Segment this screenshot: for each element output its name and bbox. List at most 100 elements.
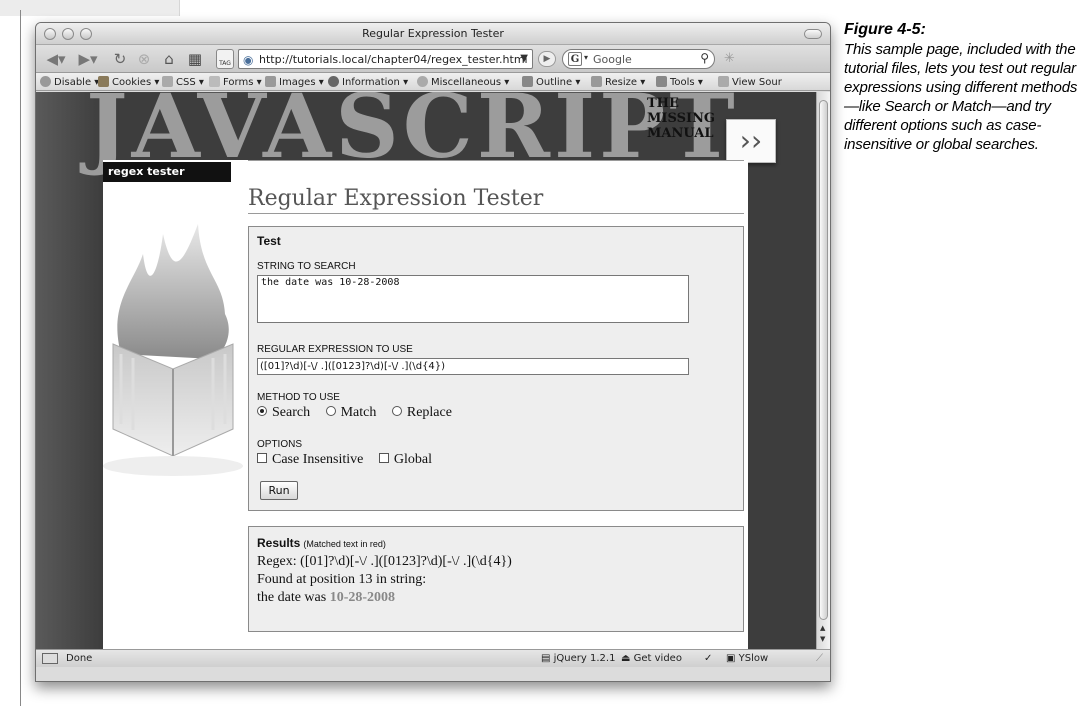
- search-placeholder: Google: [593, 53, 632, 66]
- double-chevron-icon: ››: [726, 119, 776, 163]
- video-label: Get video: [633, 653, 682, 664]
- results-found-line: Found at position 13 in string:: [257, 572, 427, 587]
- radio-match[interactable]: [325, 406, 336, 416]
- results-string-prefix: the date was: [257, 590, 330, 605]
- status-text: Done: [66, 653, 93, 664]
- toolbar-toggle-button[interactable]: [804, 29, 822, 39]
- checkmark-icon[interactable]: ✓: [704, 653, 712, 664]
- case-insensitive-option[interactable]: Case Insensitive: [257, 452, 363, 467]
- yslow-icon: ▣: [726, 653, 739, 664]
- devbar-label: Cookies: [112, 77, 152, 88]
- test-heading: Test: [257, 234, 281, 248]
- scroll-up-icon[interactable]: ▲: [820, 624, 825, 632]
- string-to-search-field[interactable]: the date was 10-28-2008: [257, 275, 689, 323]
- devbar-item-tools[interactable]: Tools ▾: [656, 76, 703, 88]
- method-radio-group: Search Match Replace: [257, 405, 464, 421]
- method-match-option[interactable]: Match: [325, 405, 377, 420]
- global-checkbox[interactable]: [378, 453, 389, 463]
- yslow-label: YSlow: [738, 653, 769, 664]
- yslow-status[interactable]: ▣ YSlow: [726, 653, 768, 664]
- devbar-item-css[interactable]: CSS ▾: [162, 76, 204, 88]
- devbar-item-images[interactable]: Images ▾: [265, 76, 324, 88]
- tag-label: TAG: [219, 60, 231, 67]
- title-bar: Regular Expression Tester: [36, 23, 830, 45]
- devbar-item-miscellaneous[interactable]: Miscellaneous ▾: [417, 76, 509, 88]
- image-icon: [265, 76, 276, 87]
- devbar-item-cookies[interactable]: Cookies ▾: [98, 76, 159, 88]
- devbar-item-outline[interactable]: Outline ▾: [522, 76, 580, 88]
- string-label: STRING TO SEARCH: [257, 261, 356, 272]
- reload-icon[interactable]: ↻: [110, 49, 130, 69]
- devbar-label: Images: [279, 77, 316, 88]
- resize-grip-icon[interactable]: ⟋: [816, 653, 823, 664]
- address-bar[interactable]: ◉ http://tutorials.local/chapter04/regex…: [238, 49, 533, 69]
- devbar-item-resize[interactable]: Resize ▾: [591, 76, 645, 88]
- cookie-icon: [98, 76, 109, 87]
- home-icon[interactable]: ⌂: [158, 49, 180, 69]
- info-icon: [328, 76, 339, 87]
- devbar-label: CSS: [176, 77, 196, 88]
- window-title: Regular Expression Tester: [362, 27, 504, 40]
- globe-icon: ◉: [243, 53, 254, 67]
- method-search-option[interactable]: Search: [257, 405, 310, 420]
- status-bar: Done ▤ jQuery 1.2.1 ⏏ Get video ✓ ▣ YSlo…: [36, 649, 830, 667]
- get-video-status[interactable]: ⏏ Get video: [621, 653, 682, 664]
- header-divider: [248, 160, 744, 161]
- devbar-label: Information: [342, 77, 400, 88]
- engine-dropdown-icon[interactable]: ▾: [584, 53, 588, 62]
- form-icon: [209, 76, 220, 87]
- radio-replace[interactable]: [391, 406, 402, 416]
- scroll-down-icon[interactable]: ▼: [820, 635, 825, 643]
- page-body: regex tester Regular Expression Tester T…: [103, 160, 748, 649]
- results-subtitle: (Matched text in red): [303, 539, 386, 549]
- wrench-icon: [656, 76, 667, 87]
- side-tab-regex-tester[interactable]: regex tester: [103, 162, 231, 182]
- results-string-line: the date was 10-28-2008: [257, 590, 395, 606]
- method-replace-option[interactable]: Replace: [391, 405, 452, 420]
- method-label: METHOD TO USE: [257, 392, 340, 403]
- status-bar-icon: [42, 653, 58, 664]
- go-button[interactable]: ▶: [538, 51, 556, 67]
- devbar-item-information[interactable]: Information ▾: [328, 76, 408, 88]
- devbar-label: Disable: [54, 77, 92, 88]
- jquery-label: jQuery 1.2.1: [553, 653, 616, 664]
- devbar-label: Forms: [223, 77, 254, 88]
- radio-search[interactable]: [257, 406, 267, 416]
- scrollbar-thumb[interactable]: [819, 100, 828, 620]
- tag-button[interactable]: TAG: [216, 49, 234, 69]
- banner-missing-manual: THE MISSING MANUAL: [647, 96, 715, 141]
- title-divider: [248, 213, 744, 214]
- bookmarks-icon[interactable]: ▦: [184, 49, 206, 69]
- jquery-status[interactable]: ▤ jQuery 1.2.1: [541, 653, 615, 664]
- method-label-match: Match: [340, 405, 377, 420]
- devbar-item-view-source[interactable]: View Sour: [718, 76, 782, 88]
- results-heading: Results (Matched text in red): [257, 536, 386, 550]
- css-icon: [162, 76, 173, 87]
- google-engine-icon[interactable]: G: [568, 52, 582, 66]
- caption-text: This sample page, included with the tuto…: [844, 41, 1078, 153]
- devbar-item-disable[interactable]: Disable ▾: [40, 76, 99, 88]
- option-label-case: Case Insensitive: [272, 452, 364, 467]
- stop-icon[interactable]: ⊗: [134, 49, 154, 69]
- no-entry-icon: [40, 76, 51, 87]
- search-icon[interactable]: ⚲: [700, 51, 709, 65]
- case-insensitive-checkbox[interactable]: [257, 453, 267, 463]
- jquery-icon: ▤: [541, 653, 554, 664]
- devbar-label: Tools: [670, 77, 695, 88]
- results-panel: Results (Matched text in red) Regex: ([01…: [248, 526, 744, 632]
- devbar-item-forms[interactable]: Forms ▾: [209, 76, 262, 88]
- search-box[interactable]: G ▾ Google ⚲: [562, 49, 715, 69]
- regex-input[interactable]: [257, 358, 689, 375]
- banner-javascript-word: JAVASCRIPT: [86, 92, 739, 178]
- navigation-toolbar: ◀▾ ▶▾ ↻ ⊗ ⌂ ▦ TAG ◉ http://tutorials.loc…: [36, 45, 830, 73]
- run-button[interactable]: Run: [260, 481, 298, 500]
- vertical-scrollbar[interactable]: ▲ ▼: [816, 92, 830, 649]
- history-dropdown-icon[interactable]: ▼: [520, 53, 528, 64]
- forward-button[interactable]: ▶▾: [74, 49, 102, 69]
- options-label: OPTIONS: [257, 439, 303, 450]
- banner-line-2: MISSING: [647, 111, 716, 126]
- devbar-label: Resize: [605, 77, 638, 88]
- global-option[interactable]: Global: [378, 452, 432, 467]
- back-button[interactable]: ◀▾: [42, 49, 70, 69]
- web-developer-toolbar: Disable ▾ Cookies ▾ CSS ▾ Forms ▾ Images…: [36, 73, 830, 91]
